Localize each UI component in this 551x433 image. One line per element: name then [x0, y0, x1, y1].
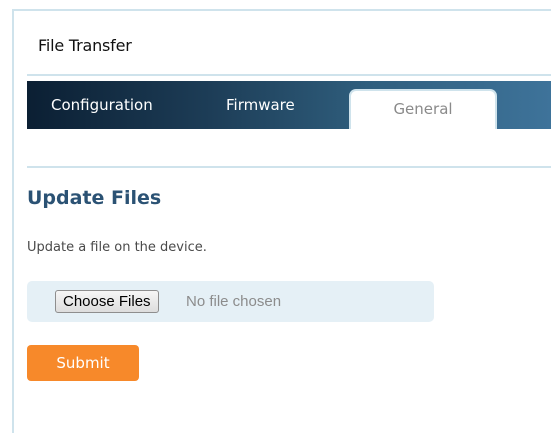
file-input-row: Choose Files No file chosen [27, 281, 434, 322]
tab-bar: Configuration Firmware General [27, 81, 551, 129]
submit-button[interactable]: Submit [27, 345, 139, 381]
section-description: Update a file on the device. [27, 240, 207, 255]
section-divider [27, 166, 551, 168]
title-divider [27, 74, 551, 76]
tab-general[interactable]: General [349, 89, 497, 129]
file-status-text: No file chosen [186, 293, 282, 310]
page-title: File Transfer [38, 36, 132, 55]
tab-firmware[interactable]: Firmware [226, 81, 295, 129]
section-heading: Update Files [27, 187, 162, 209]
tab-configuration[interactable]: Configuration [51, 81, 153, 129]
choose-files-button[interactable]: Choose Files [55, 290, 159, 313]
